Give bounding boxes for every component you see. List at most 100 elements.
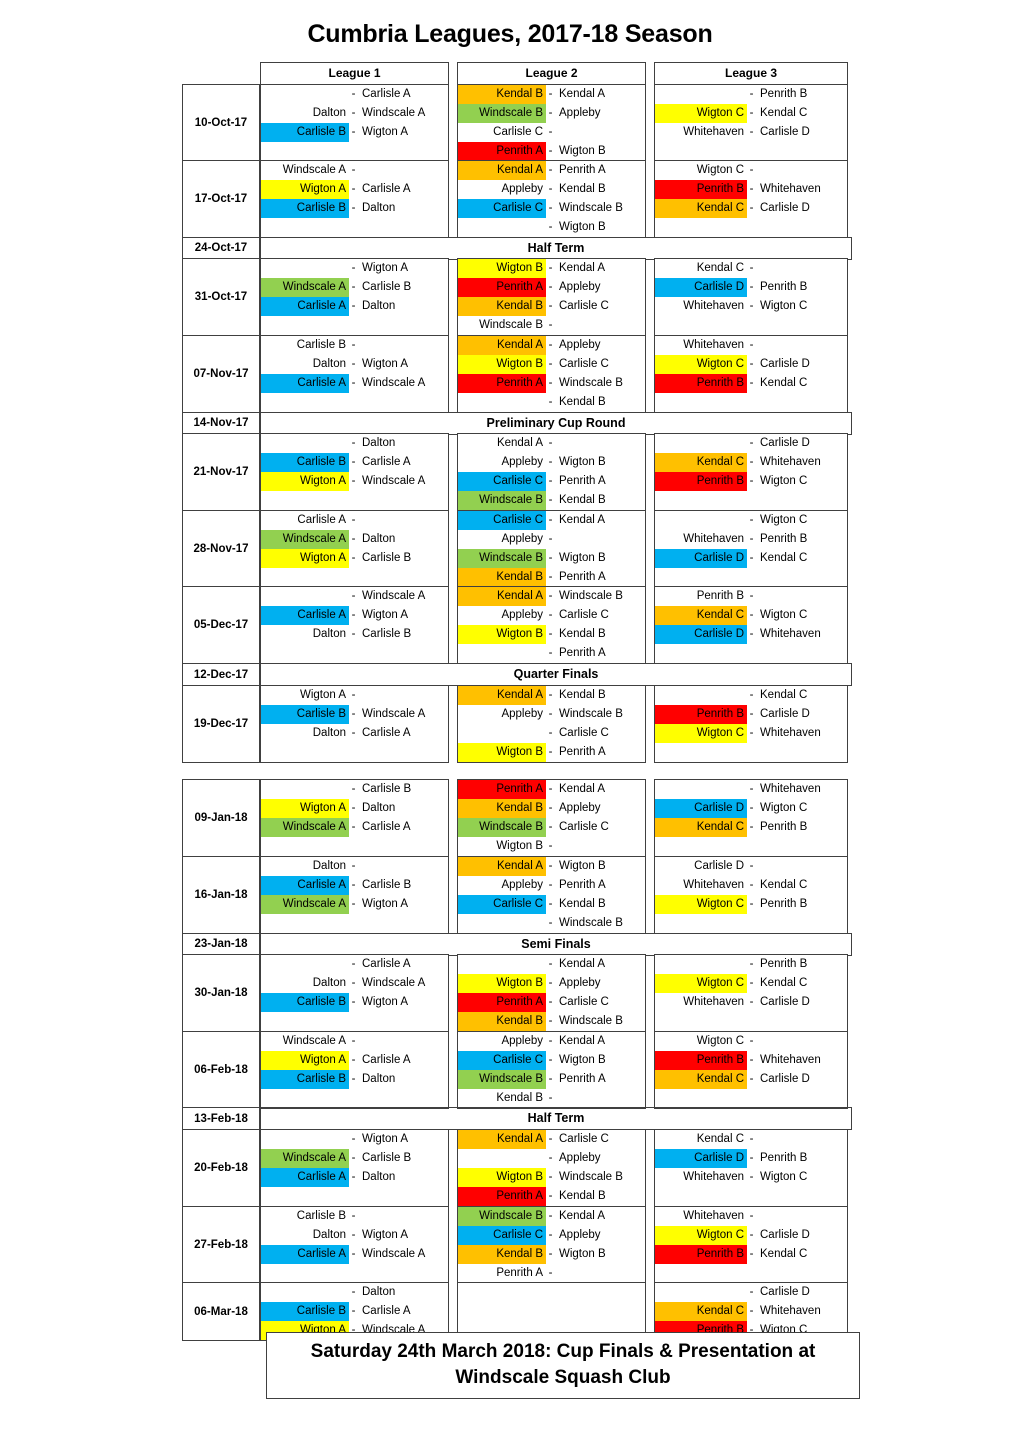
fixture-away-team: Windscale B <box>559 916 623 929</box>
fixture-home-team: Windscale A <box>261 278 349 298</box>
fixture-row: Carlisle A- <box>261 511 448 530</box>
fixture-home-team: Kendal C <box>655 1302 747 1322</box>
fixture-row: Appleby - Carlisle C <box>458 606 645 625</box>
fixture-row: - Wigton A <box>261 259 448 278</box>
fixture-home-team: Windscale A <box>261 894 349 914</box>
fixture-away-team: Whitehaven <box>760 1053 821 1066</box>
fixture-separator: - <box>749 281 754 294</box>
fixture-home-team: Appleby <box>501 878 543 891</box>
fixture-row <box>655 316 847 335</box>
fixture-home-team: Dalton <box>312 628 346 641</box>
fixture-separator: - <box>548 513 553 526</box>
column-gap <box>449 1129 457 1206</box>
fixture-row: Carlisle B - Wigton A <box>261 122 448 142</box>
fixture-home-team: Carlisle C <box>458 894 546 914</box>
league2-cell: - Kendal A Wigton B - Appleby Penrith A - Carli… <box>457 954 646 1033</box>
fixture-home-team: Penrith B <box>655 180 747 200</box>
fixture-home-team: Wigton B <box>458 259 546 279</box>
fixture-away-team: Carlisle D <box>760 1286 810 1299</box>
fixture-separator: - <box>749 513 754 526</box>
fixture-row <box>655 743 847 762</box>
fixture-home-team: Penrith A <box>458 780 546 800</box>
fixture-home-team: Carlisle A <box>261 297 349 317</box>
fixture-home-team: Kendal A <box>458 161 546 181</box>
fixture-separator: - <box>351 202 356 215</box>
fixture-home-team: Windscale A <box>261 529 349 549</box>
grid-body: 10-Oct-17- Carlisle A Dalton - Windscale A Ca… <box>182 83 860 1342</box>
fixture-separator: - <box>351 688 356 701</box>
fixture-home-team: Kendal A <box>458 685 546 705</box>
league3-cell: - Carlisle D Kendal C - Whitehaven Penrith B-… <box>654 433 848 512</box>
fixture-home-team: Appleby <box>501 183 543 196</box>
league2-cell: Wigton B - Kendal A Penrith A - Appleby Kendal… <box>457 258 646 337</box>
fixture-row: Penrith B - Wigton C <box>655 472 847 492</box>
fixture-separator: - <box>749 996 754 1009</box>
fixture-away-team: Whitehaven <box>760 783 821 796</box>
fixture-row: Windscale A - Carlisle B <box>261 1148 448 1168</box>
fixture-separator: - <box>749 551 754 564</box>
fixture-row: Carlisle D - Kendal C <box>655 548 847 568</box>
grid-header-row: League 1 League 2 League 3 <box>182 62 860 85</box>
fixture-separator: - <box>548 87 553 100</box>
fixture-row: Penrith A - Carlisle C <box>458 993 645 1013</box>
fixture-home-team: Dalton <box>312 726 346 739</box>
fixture-away-team: Appleby <box>559 1151 601 1164</box>
fixture-separator: - <box>351 358 356 371</box>
fixture-home-team: Appleby <box>501 707 543 720</box>
fixture-away-team: Windscale B <box>559 202 623 215</box>
fixture-row: - Wigton B <box>458 218 645 237</box>
fixture-away-team: Windscale B <box>559 1170 623 1183</box>
fixture-away-team: Carlisle C <box>559 609 609 622</box>
fixture-row <box>261 1187 448 1206</box>
fixture-separator: - <box>749 377 754 390</box>
fixture-away-team: Carlisle A <box>362 87 411 100</box>
fixture-away-team: Windscale B <box>559 377 623 390</box>
fixture-separator: - <box>548 475 553 488</box>
fixture-away-team: Windscale A <box>362 590 426 603</box>
fixture-away-team: Kendal B <box>559 494 606 507</box>
fixture-separator: - <box>548 319 553 332</box>
column-gap <box>449 160 457 237</box>
fixture-home-team: Carlisle C <box>458 199 546 219</box>
fixture-away-team: Kendal A <box>559 783 606 796</box>
fixture-separator: - <box>351 437 356 450</box>
fixture-separator: - <box>548 590 553 603</box>
league3-header-label: League 3 <box>724 66 778 80</box>
fixture-row: Kendal B - Penrith A <box>458 567 645 587</box>
fixture-home-team: Windscale B <box>458 818 546 838</box>
fixture-home-team: Windscale A <box>261 818 349 838</box>
fixture-row: Kendal C - Carlisle D <box>655 199 847 219</box>
fixture-away-team: Wigton B <box>559 144 606 157</box>
fixture-separator: - <box>749 1209 754 1222</box>
column-gap <box>646 258 654 335</box>
fixture-home-team: Carlisle C <box>458 510 546 530</box>
fixture-home-team: Penrith A <box>458 374 546 394</box>
league3-cell: - Kendal C Penrith B - Carlisle D Wigton C - Wh… <box>654 684 848 763</box>
date-cell: 12-Dec-17 <box>182 663 260 687</box>
banner-label: Semi Finals <box>260 932 852 956</box>
fixture-away-team: Carlisle C <box>559 358 609 371</box>
fixture-list: - Penrith B Wigton C - Kendal C Whitehaven - Ca… <box>655 955 847 1031</box>
fixture-row: Penrith A- <box>458 1264 645 1283</box>
fixture-separator: - <box>351 281 356 294</box>
fixture-away-team: Dalton <box>362 202 396 215</box>
fixture-separator: - <box>351 1170 356 1183</box>
fixture-home-team: Carlisle C <box>458 1050 546 1070</box>
fixture-away-team: Penrith B <box>760 87 808 100</box>
fixture-row: Whitehaven - Penrith B <box>655 530 847 549</box>
fixture-home-team: Wigton A <box>299 688 346 701</box>
fixture-separator: - <box>548 358 553 371</box>
fixture-row: - Carlisle D <box>655 1283 847 1302</box>
fixture-separator: - <box>351 609 356 622</box>
fixture-row: Wigton C - Kendal C <box>655 103 847 123</box>
fixture-home-team: Carlisle D <box>655 278 747 298</box>
fixture-home-team: Whitehaven <box>683 300 744 313</box>
fixture-row: Carlisle A - Carlisle B <box>261 875 448 895</box>
date-cell: 16-Jan-18 <box>182 855 260 934</box>
fixture-row <box>261 1264 448 1283</box>
fixture-separator: - <box>749 590 754 603</box>
fixture-separator: - <box>548 1034 553 1047</box>
fixture-home-team: Wigton C <box>655 723 747 743</box>
fixture-away-team: Windscale B <box>559 707 623 720</box>
fixture-list: Kendal C - Carlisle D - Penrith B Whitehaven -… <box>655 259 847 335</box>
